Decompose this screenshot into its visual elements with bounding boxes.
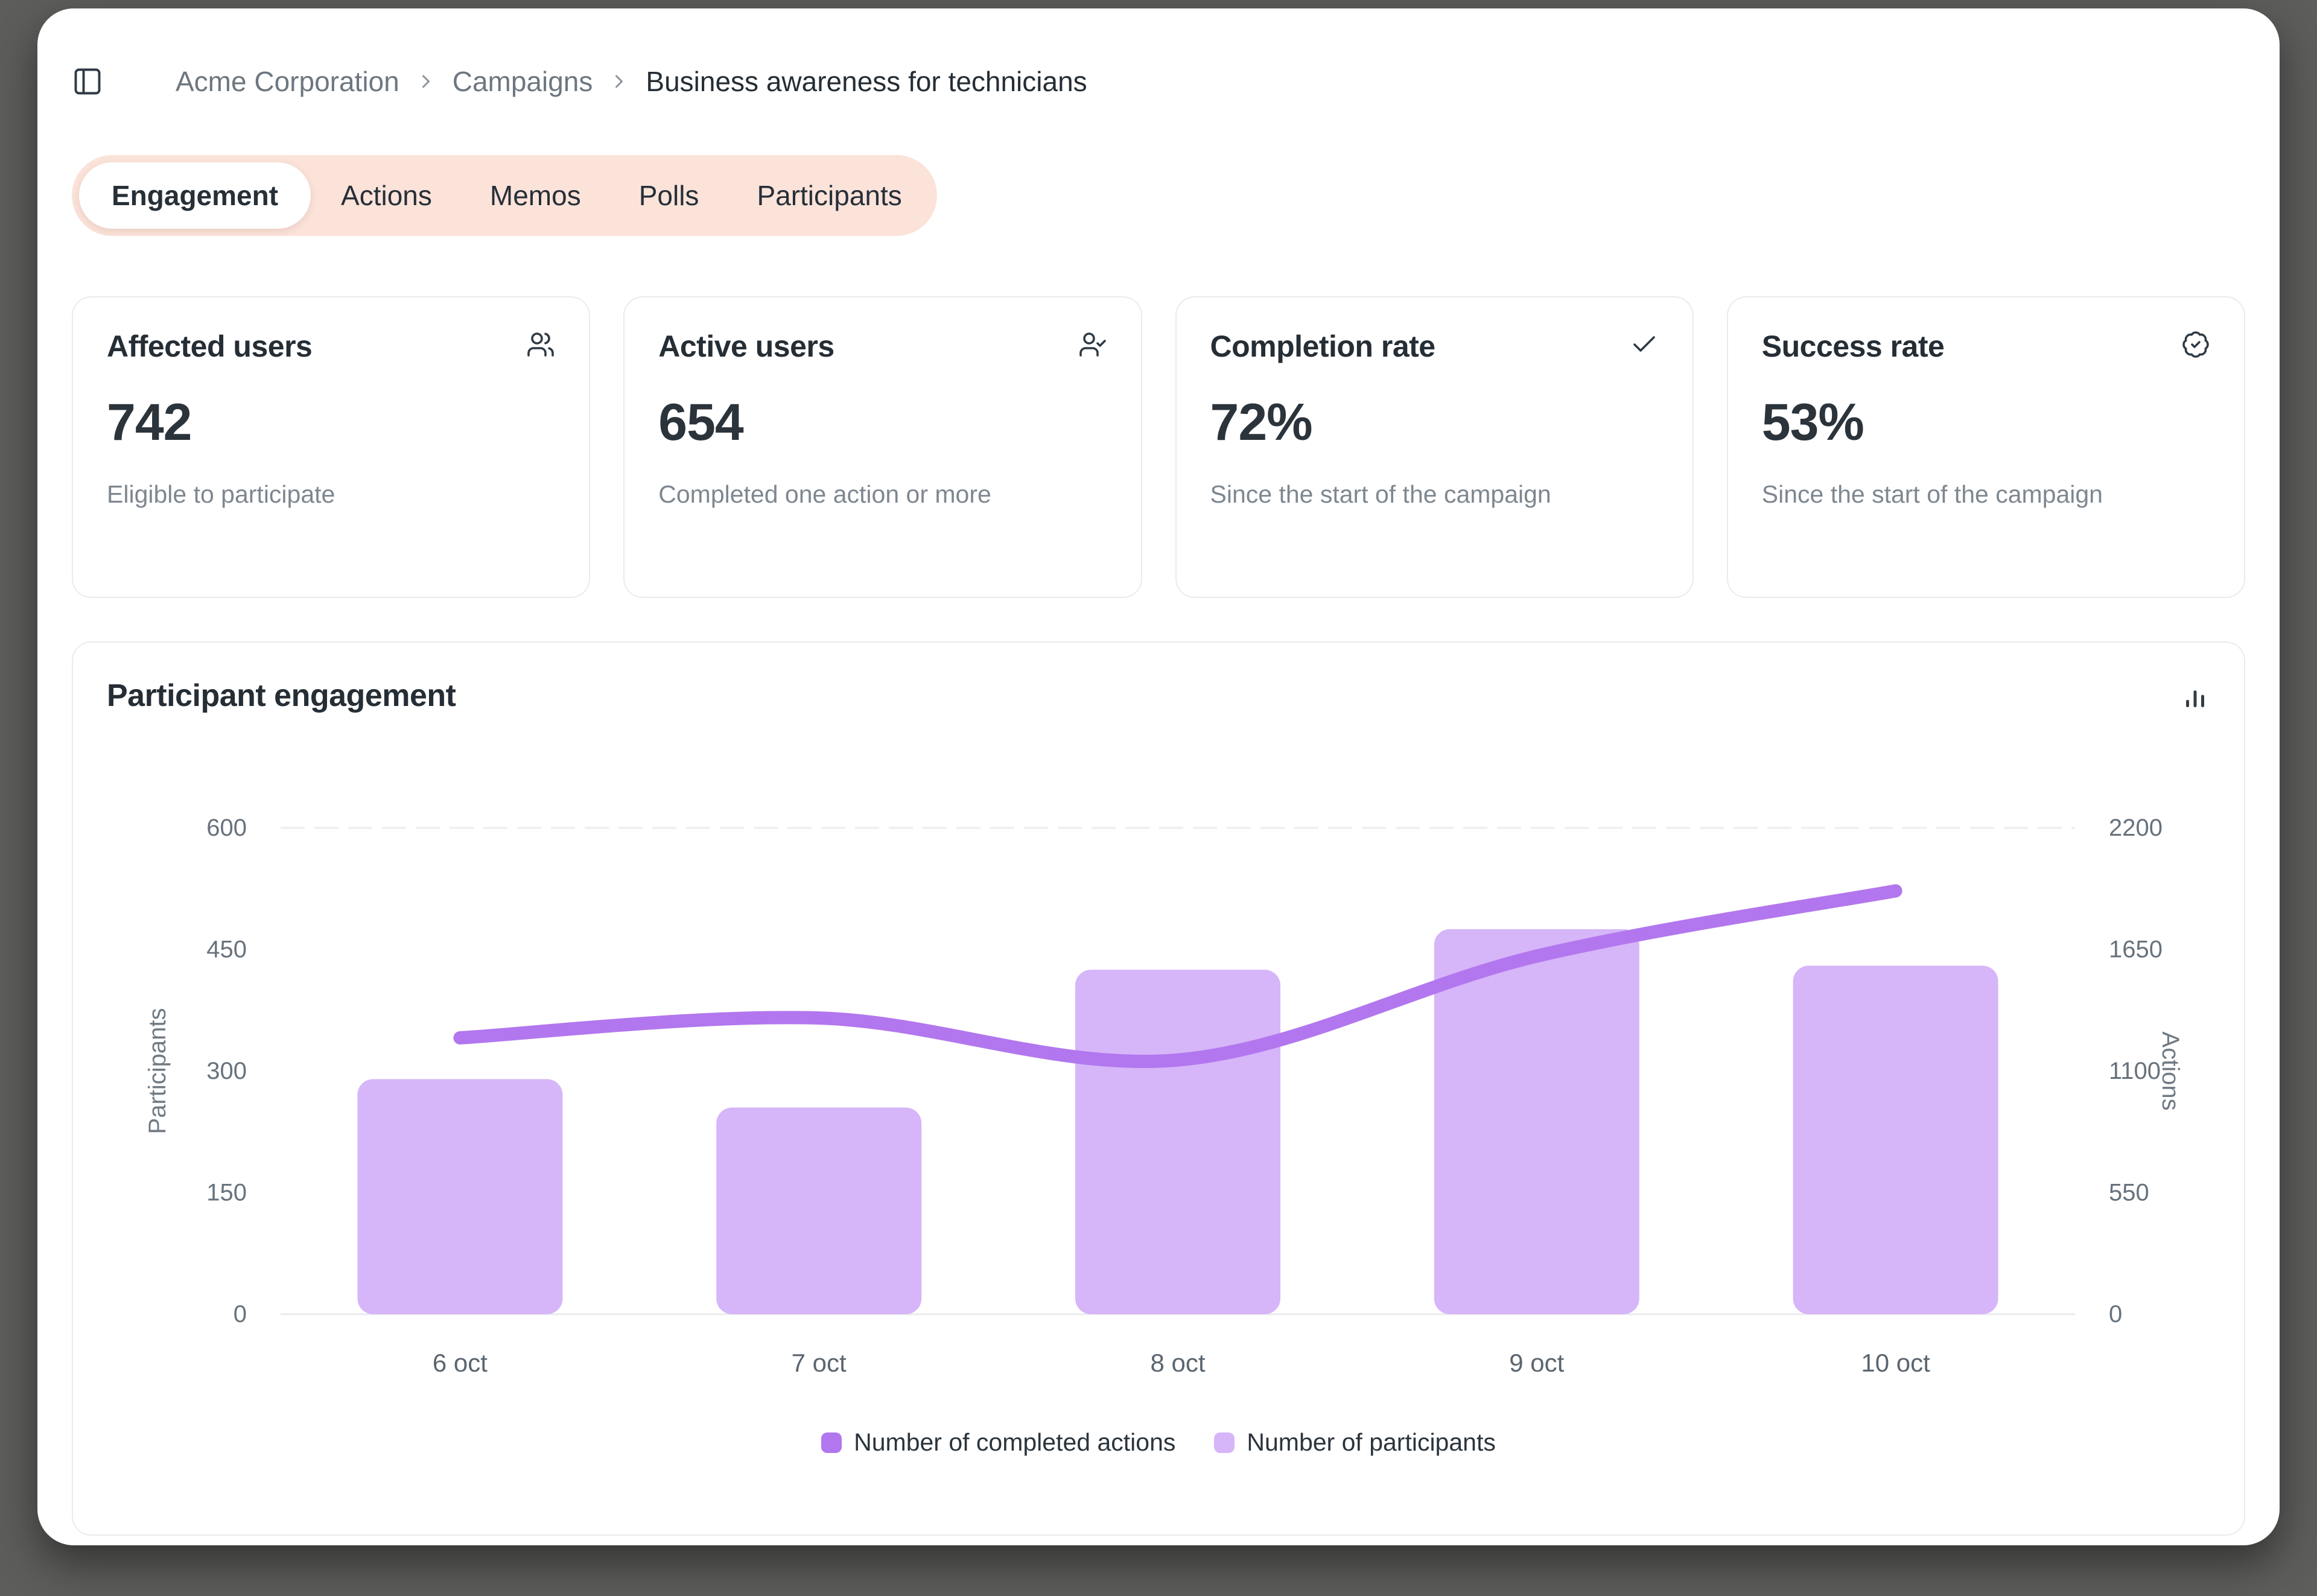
- chevron-right-icon: [615, 75, 623, 88]
- svg-text:0: 0: [2109, 1301, 2122, 1327]
- app-window: Acme Corporation Campaigns Business awar…: [37, 8, 2280, 1545]
- badge-check-icon: [2182, 331, 2209, 358]
- tab-memos[interactable]: Memos: [462, 162, 609, 229]
- svg-text:550: 550: [2109, 1180, 2149, 1206]
- stat-card-title: Active users: [658, 329, 834, 363]
- breadcrumb-item-current-page: Business awareness for technicians: [646, 66, 1087, 97]
- participant-engagement-card: Participant engagement 0 150 300 450 600 0 550…: [72, 641, 2245, 1536]
- stat-card-subtitle: Eligible to participate: [107, 480, 335, 508]
- svg-text:8 oct: 8 oct: [1150, 1349, 1205, 1377]
- tab-actions[interactable]: Actions: [313, 162, 460, 229]
- legend-label-participants: Number of participants: [1247, 1428, 1496, 1456]
- bar-chart-icon: [2186, 690, 2204, 708]
- svg-text:Actions: Actions: [2157, 1031, 2184, 1110]
- sidebar-toggle-button[interactable]: [72, 66, 103, 97]
- stat-card-title: Affected users: [107, 329, 313, 363]
- breadcrumb: Acme Corporation Campaigns Business awar…: [176, 65, 1087, 98]
- stat-card-success-rate: Success rate 53% Since the start of the …: [1726, 296, 2245, 598]
- stat-card-value: 53%: [1761, 393, 1864, 451]
- legend-item-0: Number of completed actions: [821, 1428, 1175, 1457]
- svg-text:2200: 2200: [2109, 815, 2163, 841]
- breadcrumb-item-acme-corporation[interactable]: Acme Corporation: [176, 65, 399, 98]
- stat-card-title: Completion rate: [1210, 329, 1436, 363]
- chevron-right-icon: [422, 75, 430, 88]
- stat-card-subtitle: Completed one action or more: [658, 480, 991, 508]
- stat-card-active-users: Active users 654 Completed one action or…: [623, 296, 1142, 598]
- stat-card-value: 72%: [1210, 393, 1313, 451]
- svg-text:7 oct: 7 oct: [792, 1349, 847, 1377]
- svg-text:1650: 1650: [2109, 936, 2163, 963]
- users-icon: [527, 332, 555, 357]
- tab-bar: Engagement Actions Memos Polls Participa…: [72, 155, 937, 236]
- chart-type-button[interactable]: [2180, 681, 2210, 711]
- topbar: Acme Corporation Campaigns Business awar…: [72, 65, 2245, 98]
- svg-text:6 oct: 6 oct: [433, 1349, 488, 1377]
- engagement-chart: 0 150 300 450 600 0 550 1100 1650 2200 6 oct 7 oct 8…: [144, 815, 2184, 1377]
- chart-title: Participant engagement: [107, 678, 456, 713]
- tab-polls[interactable]: Polls: [611, 162, 727, 229]
- legend-label-completed-actions: Number of completed actions: [854, 1428, 1176, 1456]
- panel-left-icon: [74, 68, 101, 95]
- stat-card-value: 742: [107, 393, 192, 451]
- svg-text:150: 150: [206, 1180, 247, 1206]
- stat-cards-row: Affected users 742 Eligible to participa…: [72, 296, 2245, 598]
- breadcrumb-item-campaigns[interactable]: Campaigns: [453, 65, 593, 98]
- svg-text:10 oct: 10 oct: [1861, 1349, 1930, 1377]
- stat-card-subtitle: Since the start of the campaign: [1210, 480, 1551, 508]
- svg-text:300: 300: [206, 1058, 247, 1084]
- stat-card-completion-rate: Completion rate 72% Since the start of t…: [1175, 296, 1694, 598]
- svg-text:9 oct: 9 oct: [1509, 1349, 1564, 1377]
- legend-swatch-participants: [1214, 1432, 1235, 1453]
- user-check-icon: [1079, 332, 1106, 357]
- legend-swatch-completed-actions: [821, 1432, 842, 1453]
- stat-card-subtitle: Since the start of the campaign: [1761, 480, 2103, 508]
- svg-text:600: 600: [206, 815, 247, 841]
- svg-text:1100: 1100: [2109, 1058, 2161, 1084]
- svg-text:0: 0: [234, 1301, 247, 1327]
- svg-text:Participants: Participants: [144, 1008, 171, 1134]
- stat-card-value: 654: [658, 393, 744, 451]
- tab-engagement[interactable]: Engagement: [79, 162, 311, 229]
- legend-item-1: Number of participants: [1214, 1428, 1496, 1457]
- check-icon: [1633, 336, 1655, 352]
- tab-participants[interactable]: Participants: [729, 162, 929, 229]
- stat-card-affected-users: Affected users 742 Eligible to participa…: [72, 296, 591, 598]
- svg-text:450: 450: [206, 936, 247, 963]
- chart-legend: Number of completed actions Number of pa…: [107, 1428, 2210, 1457]
- stat-card-title: Success rate: [1761, 329, 1945, 363]
